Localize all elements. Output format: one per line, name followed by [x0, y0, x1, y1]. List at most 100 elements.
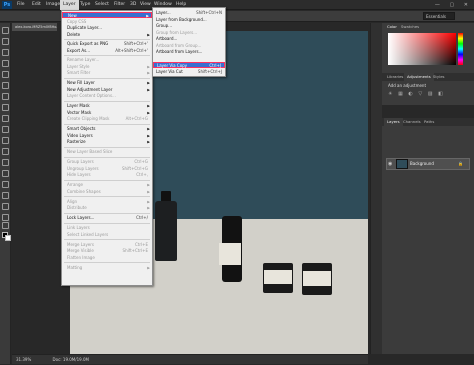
submenu-arrow-icon: ▶ — [147, 64, 150, 69]
eraser-tool-icon[interactable] — [2, 137, 9, 144]
menu-item-new[interactable]: New ▶ — [62, 12, 152, 19]
submenu-arrow-icon: ▶ — [147, 133, 150, 138]
menu-item-label: Matting — [67, 264, 83, 270]
marquee-tool-icon[interactable] — [2, 38, 9, 45]
menu-filter[interactable]: Filter — [111, 0, 128, 10]
menu-item-align: Align ▶ — [62, 199, 152, 205]
move-tool-icon[interactable] — [2, 27, 9, 34]
menu-item-label: Export As... — [67, 47, 90, 53]
crop-tool-icon[interactable] — [2, 71, 9, 78]
lasso-tool-icon[interactable] — [2, 49, 9, 56]
menu-item-label: Merge Visible — [67, 248, 94, 253]
stamp-tool-icon[interactable] — [2, 115, 9, 122]
menu-separator — [64, 262, 150, 263]
menu-item-combine: Combine Shapes ▶ — [62, 189, 152, 195]
menu-item-layer-mask[interactable]: Layer Mask ▶ — [62, 103, 152, 109]
menu-type[interactable]: Type — [77, 0, 93, 10]
shortcut: Ctrl+E — [135, 241, 148, 247]
submenu-item-via-copy[interactable]: Layer Via Copy Ctrl+J — [153, 62, 225, 69]
quick-select-tool-icon[interactable] — [2, 60, 9, 67]
menu-item-label: Hide Layers — [67, 172, 91, 177]
visibility-eye-icon[interactable]: ◉ — [388, 159, 392, 169]
menu-item-label: Distribute — [67, 205, 87, 210]
dropper-bottle — [155, 201, 177, 261]
menu-item-slice: New Layer Based Slice — [67, 149, 113, 154]
menu-item-label: Layer... — [156, 10, 171, 15]
shortcut: Ctrl+/ — [136, 215, 148, 220]
hand-tool-icon[interactable] — [2, 222, 9, 229]
submenu-item-layer[interactable]: Layer... Shift+Ctrl+N — [153, 10, 225, 16]
layer-name[interactable]: Background — [410, 159, 434, 169]
menu-item-smart-filter: Smart Filter ▶ — [62, 70, 152, 76]
menu-item-vector-mask[interactable]: Vector Mask ▶ — [62, 110, 152, 116]
history-brush-tool-icon[interactable] — [2, 126, 9, 133]
type-tool-icon[interactable] — [2, 192, 9, 199]
menu-edit[interactable]: Edit — [29, 0, 44, 10]
menu-item-video-layers[interactable]: Video Layers ▶ — [62, 133, 152, 139]
dodge-tool-icon[interactable] — [2, 170, 9, 177]
menu-item-new-adjustment[interactable]: New Adjustment Layer ▶ — [62, 87, 152, 93]
path-select-tool-icon[interactable] — [2, 203, 9, 210]
menu-item-export-as[interactable]: Export As... Alt+Shift+Ctrl+' — [62, 48, 152, 54]
menu-item-lock[interactable]: Lock Layers... Ctrl+/ — [62, 215, 152, 221]
menu-separator — [64, 212, 150, 214]
submenu-item-group[interactable]: Group... — [153, 23, 225, 29]
menu-item-link: Link Layers — [67, 225, 90, 230]
menu-item-new-fill[interactable]: New Fill Layer ▶ — [62, 80, 152, 86]
shortcut: Alt+Shift+Ctrl+' — [115, 47, 148, 53]
color-field[interactable] — [388, 33, 456, 65]
menu-item-label: Ungroup Layers — [67, 165, 99, 171]
submenu-item-group-from-layers: Group from Layers... — [156, 29, 198, 35]
eyedropper-tool-icon[interactable] — [2, 82, 9, 89]
menu-select[interactable]: Select — [92, 0, 112, 10]
menu-item-layer-style: Layer Style ▶ — [62, 64, 152, 70]
background-color-swatch[interactable] — [5, 235, 11, 241]
adjustments-title: Add an adjustment — [388, 83, 427, 88]
submenu-item-artboard-from-group: Artboard from Group... — [156, 42, 202, 48]
menu-layer[interactable]: Layer — [60, 0, 79, 10]
submenu-item-from-background[interactable]: Layer from Background... — [153, 17, 225, 23]
menu-item-clipping-mask: Create Clipping Mask Alt+Ctrl+G — [62, 116, 152, 122]
submenu-item-via-cut[interactable]: Layer Via Cut Shift+Ctrl+J — [153, 69, 225, 75]
menu-item-label: Smart Objects — [67, 126, 96, 131]
menu-item-distribute: Distribute ▶ — [62, 205, 152, 211]
submenu-item-artboard-from-layers[interactable]: Artboard from Layers... — [153, 49, 225, 55]
submenu-item-artboard[interactable]: Artboard... — [153, 36, 225, 42]
zoom-level[interactable]: 31.39% — [16, 357, 31, 362]
submenu-arrow-icon: ▶ — [147, 110, 150, 115]
tab-swatches[interactable]: Swatches — [398, 23, 422, 31]
shape-tool-icon[interactable] — [2, 214, 9, 221]
menu-item-label: Align — [67, 198, 78, 204]
menu-item-rasterize[interactable]: Rasterize ▶ — [62, 139, 152, 145]
menu-item-group: Group Layers Ctrl+G — [62, 159, 152, 165]
menu-item-quick-export[interactable]: Quick Export as PNG Shift+Ctrl+' — [62, 41, 152, 47]
blur-tool-icon[interactable] — [2, 159, 9, 166]
menu-item-label: New Adjustment Layer — [67, 86, 113, 92]
tab-styles[interactable]: Styles — [430, 73, 448, 81]
healing-tool-icon[interactable] — [2, 93, 9, 100]
workspace-switcher[interactable]: Essentials — [423, 12, 455, 20]
menu-separator — [64, 179, 150, 181]
tab-paths[interactable]: Paths — [421, 118, 437, 126]
menu-separator — [64, 39, 150, 40]
gradient-tool-icon[interactable] — [2, 148, 9, 155]
menu-item-delete[interactable]: Delete ▶ — [62, 32, 152, 38]
menu-item-select-linked: Select Linked Layers — [67, 231, 109, 237]
brush-tool-icon[interactable] — [2, 104, 9, 111]
document-tab[interactable]: alex-koro-MRZ5m0f8Ho... — [12, 23, 57, 31]
menu-file[interactable]: File — [14, 0, 28, 10]
menu-item-duplicate[interactable]: Duplicate Layer... — [62, 25, 152, 31]
menu-item-label: Create Clipping Mask — [67, 116, 110, 121]
new-submenu: Layer... Shift+Ctrl+N Layer from Backgrou… — [152, 7, 226, 77]
menu-item-smart-objects[interactable]: Smart Objects ▶ — [62, 126, 152, 132]
adjustment-icons[interactable]: ☀ ▦ ◐ ▽ ▨ ◧ — [388, 91, 445, 97]
hue-slider[interactable] — [458, 33, 463, 65]
status-bar: 31.39% Doc: 19.0M/19.0M — [12, 354, 368, 364]
layers-panel — [382, 120, 474, 354]
menu-item-hide: Hide Layers Ctrl+, — [62, 172, 152, 178]
submenu-arrow-icon: ▶ — [147, 87, 150, 92]
window-controls[interactable]: — ▢ ✕ — [435, 0, 472, 10]
menu-item-label: Vector Mask — [67, 109, 92, 115]
pen-tool-icon[interactable] — [2, 181, 9, 188]
jar-right-label — [303, 271, 331, 286]
